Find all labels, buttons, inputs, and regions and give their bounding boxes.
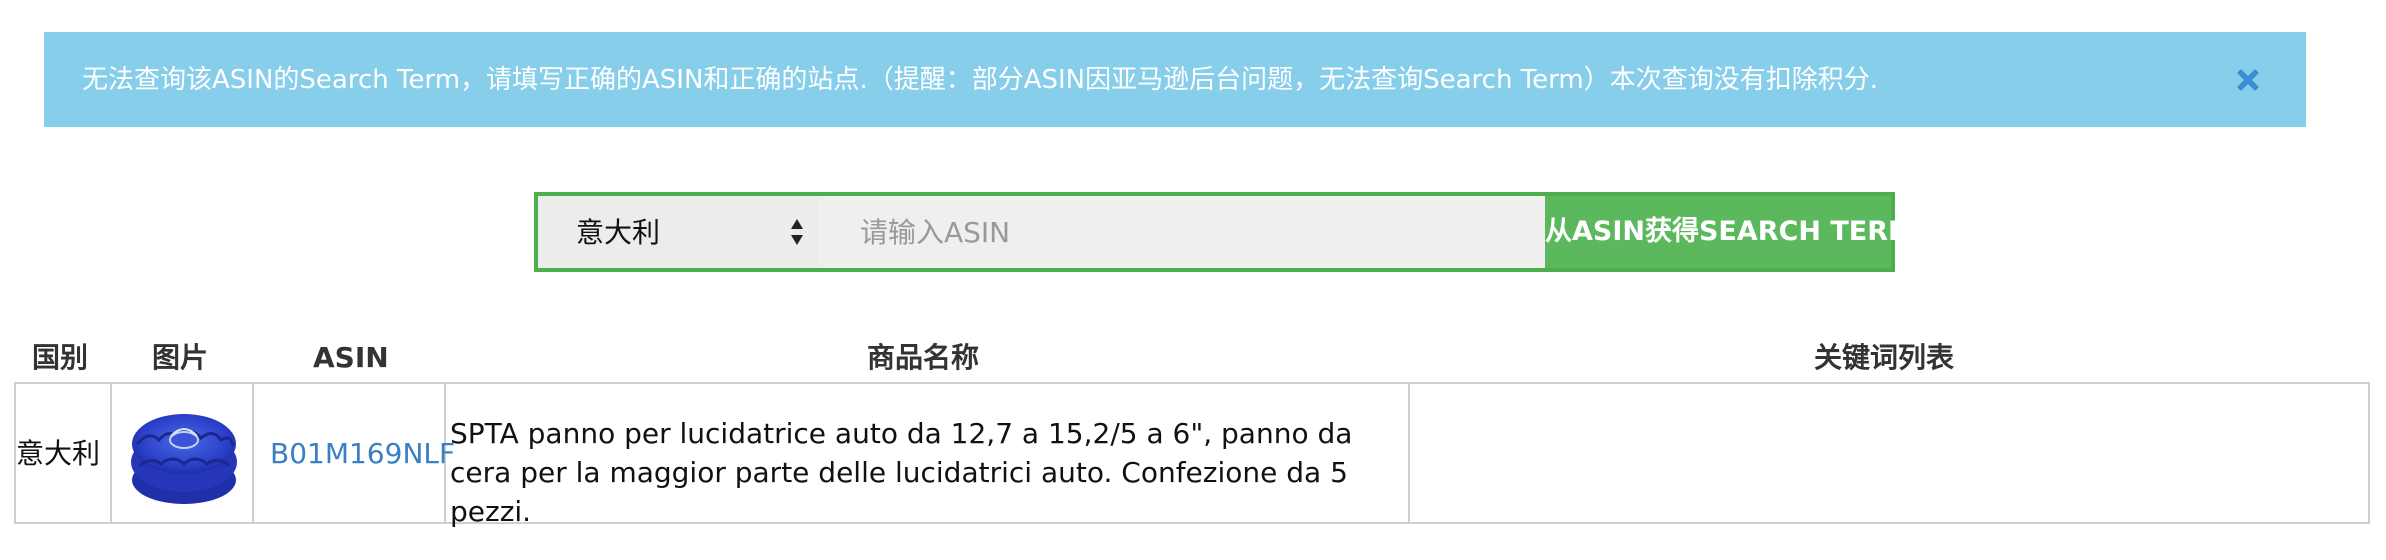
cell-asin: B01M169NLF [254,384,455,522]
cell-product-name: SPTA panno per lucidatrice auto da 12,7 … [446,384,1410,528]
select-arrows-icon [789,216,805,248]
country-text: 意大利 [16,437,101,470]
alert-message: 无法查询该ASIN的Search Term，请填写正确的ASIN和正确的站点.（… [82,65,1878,95]
header-asin: ASIN [313,341,389,374]
country-select-value: 意大利 [576,216,661,249]
asin-input[interactable] [818,196,1545,268]
table-row: 意大利 B01M169NLF SPTA panno per lucidatric… [14,382,2370,528]
header-product-name: 商品名称 [867,341,980,374]
cell-keyword-list [1410,384,2368,522]
results-table: 国别 图片 ASIN 商品名称 关键词列表 意大利 B01M169NLF SPT… [14,340,2370,528]
header-country: 国别 [32,341,89,374]
table-header-row: 国别 图片 ASIN 商品名称 关键词列表 [14,340,2370,382]
country-select[interactable]: 意大利 [538,196,818,268]
header-keyword-list: 关键词列表 [1814,341,1955,374]
page: 无法查询该ASIN的Search Term，请填写正确的ASIN和正确的站点.（… [0,0,2386,560]
cell-country: 意大利 [16,384,112,522]
header-image: 图片 [152,341,209,374]
error-alert: 无法查询该ASIN的Search Term，请填写正确的ASIN和正确的站点.（… [44,32,2306,127]
close-x-icon[interactable] [2230,62,2266,98]
asin-link[interactable]: B01M169NLF [270,437,455,471]
asin-search-form: 意大利 从ASIN获得SEARCH TERMS [534,192,1934,272]
product-name-text: SPTA panno per lucidatrice auto da 12,7 … [450,417,1353,528]
cell-image [112,384,254,522]
blue-polishing-bonnet-image [131,414,237,504]
get-search-terms-button[interactable]: 从ASIN获得SEARCH TERMS [1545,196,1934,268]
